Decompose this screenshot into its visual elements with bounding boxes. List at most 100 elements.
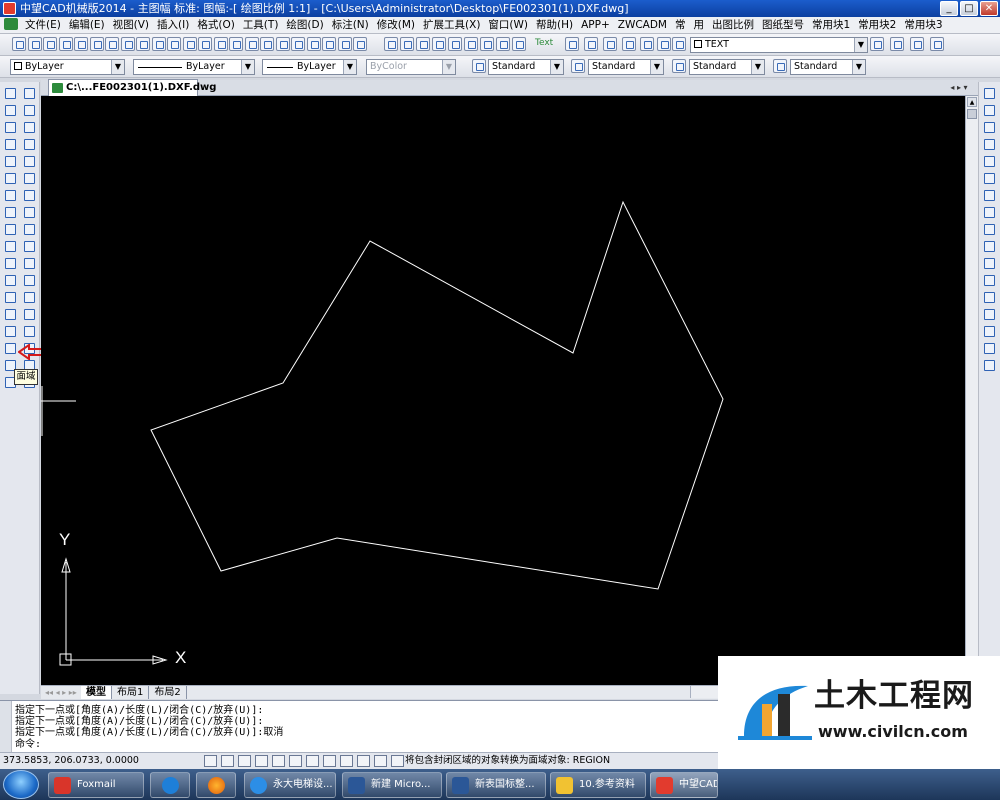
status-toggle-icon[interactable] <box>306 755 319 767</box>
dimension-tool-icon[interactable] <box>982 205 997 219</box>
side-tool-icon[interactable] <box>22 154 37 168</box>
toolbar-tool-icon[interactable] <box>910 37 924 51</box>
tab-nav-arrows[interactable]: ◂ ▸ ▾ <box>942 80 976 95</box>
menu-item-7[interactable]: 标注(N) <box>328 17 373 33</box>
plotstyle-combo[interactable]: ByColor ▼ <box>366 59 456 75</box>
side-tool-icon[interactable] <box>22 324 37 338</box>
side-tool-icon[interactable] <box>22 171 37 185</box>
toolbar-tool-icon[interactable] <box>353 37 367 51</box>
side-tool-icon[interactable] <box>3 103 18 117</box>
menu-item-18[interactable]: 常用块1 <box>808 17 854 33</box>
drawing-canvas[interactable]: Y X <box>41 96 965 685</box>
side-tool-icon[interactable] <box>3 137 18 151</box>
window-title-bar[interactable]: 中望CAD机械版2014 - 主图幅 标准: 图幅:-[ 绘图比例 1:1] -… <box>0 0 1000 17</box>
layout-nav-arrows[interactable]: ◂◂ ◂ ▸ ▸▸ <box>41 686 81 699</box>
side-tool-icon[interactable] <box>22 273 37 287</box>
dimension-tool-icon[interactable] <box>982 137 997 151</box>
toolbar-tool-icon[interactable] <box>260 37 274 51</box>
side-tool-icon[interactable] <box>3 188 18 202</box>
side-tool-icon[interactable] <box>3 154 18 168</box>
text-style-icon[interactable] <box>472 59 486 73</box>
menu-item-17[interactable]: 图纸型号 <box>758 17 808 33</box>
toolbar-tool-icon[interactable] <box>74 37 88 51</box>
status-toggle-icon[interactable] <box>238 755 251 767</box>
status-toggle-icon[interactable] <box>221 755 234 767</box>
side-tool-icon[interactable] <box>3 307 18 321</box>
task-word-1[interactable]: 新建 Micro... <box>342 772 442 798</box>
menu-item-13[interactable]: ZWCADM <box>614 17 671 33</box>
toolbar-tool-icon[interactable] <box>214 37 228 51</box>
lineweight-combo[interactable]: ByLayer ▼ <box>262 59 357 75</box>
dimension-tool-icon[interactable] <box>982 171 997 185</box>
start-button[interactable] <box>3 770 39 799</box>
task-ie[interactable]: 永大电梯设... <box>244 772 336 798</box>
task-sogou[interactable] <box>150 772 190 798</box>
toolbar-tool-icon[interactable] <box>464 37 478 51</box>
toolbar-tool-icon[interactable] <box>291 37 305 51</box>
side-tool-icon[interactable] <box>22 188 37 202</box>
dimension-tool-icon[interactable] <box>982 120 997 134</box>
toolbar-tool-icon[interactable] <box>183 37 197 51</box>
toolbar-tool-icon[interactable] <box>603 37 617 51</box>
side-tool-icon[interactable] <box>3 256 18 270</box>
status-toggle-icon[interactable] <box>374 755 387 767</box>
menu-item-6[interactable]: 绘图(D) <box>282 17 327 33</box>
side-tool-icon[interactable] <box>3 324 18 338</box>
tab-layout2[interactable]: 布局2 <box>149 686 187 699</box>
status-toggle-icon[interactable] <box>255 755 268 767</box>
multileader-style-select[interactable]: Standard ▼ <box>790 59 866 75</box>
menu-item-16[interactable]: 出图比例 <box>708 17 758 33</box>
toolbar-tool-icon[interactable] <box>105 37 119 51</box>
toolbar-tool-icon[interactable] <box>448 37 462 51</box>
dim-style-select[interactable]: Standard ▼ <box>588 59 664 75</box>
vertical-scrollbar[interactable]: ▲ <box>965 96 978 685</box>
side-tool-icon[interactable] <box>3 120 18 134</box>
multileader-style-icon[interactable] <box>773 59 787 73</box>
toolbar-tool-icon[interactable] <box>496 37 510 51</box>
menu-item-10[interactable]: 窗口(W) <box>484 17 532 33</box>
tab-layout1[interactable]: 布局1 <box>112 686 150 699</box>
menu-item-20[interactable]: 常用块3 <box>900 17 946 33</box>
menu-item-9[interactable]: 扩展工具(X) <box>419 17 484 33</box>
toolbar-tool-icon[interactable] <box>167 37 181 51</box>
toolbar-tool-icon[interactable] <box>338 37 352 51</box>
menu-item-11[interactable]: 帮助(H) <box>532 17 577 33</box>
toolbar-tool-icon[interactable] <box>657 37 671 51</box>
toolbar-tool-icon[interactable] <box>28 37 42 51</box>
toolbar-tool-icon[interactable] <box>43 37 57 51</box>
side-tool-icon[interactable] <box>22 205 37 219</box>
side-tool-icon[interactable] <box>3 273 18 287</box>
command-window-grip[interactable] <box>0 701 12 753</box>
table-style-icon[interactable] <box>672 59 686 73</box>
toolbar-tool-icon[interactable] <box>400 37 414 51</box>
menu-item-0[interactable]: 文件(E) <box>21 17 65 33</box>
task-folder[interactable]: 10.参考资料 <box>550 772 646 798</box>
side-tool-icon[interactable] <box>3 290 18 304</box>
side-tool-icon[interactable] <box>3 222 18 236</box>
menu-item-5[interactable]: 工具(T) <box>239 17 283 33</box>
dimension-tool-icon[interactable] <box>982 358 997 372</box>
toolbar-tool-icon[interactable] <box>59 37 73 51</box>
toolbar-tool-icon[interactable] <box>136 37 150 51</box>
dimension-tool-icon[interactable] <box>982 307 997 321</box>
dimension-tool-icon[interactable] <box>982 86 997 100</box>
close-button[interactable]: ✕ <box>980 1 998 16</box>
scroll-thumb[interactable] <box>967 109 977 119</box>
toolbar-tool-icon[interactable] <box>870 37 884 51</box>
toolbar-tool-icon[interactable] <box>480 37 494 51</box>
menu-item-4[interactable]: 格式(O) <box>193 17 238 33</box>
table-style-select[interactable]: Standard ▼ <box>689 59 765 75</box>
restore-button[interactable]: □ <box>960 1 978 16</box>
toolbar-tool-icon[interactable] <box>322 37 336 51</box>
toolbar-tool-icon[interactable] <box>307 37 321 51</box>
menu-item-14[interactable]: 常 <box>671 17 690 33</box>
status-toggle-icon[interactable] <box>357 755 370 767</box>
dimension-tool-icon[interactable] <box>982 103 997 117</box>
command-window[interactable]: 指定下一点或[角度(A)/长度(L)/闭合(C)/放弃(U)]: 指定下一点或[… <box>0 700 718 753</box>
task-word-2[interactable]: 新表国标整... <box>446 772 546 798</box>
app-icon[interactable] <box>3 2 16 15</box>
toolbar-tool-icon[interactable] <box>229 37 243 51</box>
side-tool-icon[interactable] <box>22 120 37 134</box>
menu-item-2[interactable]: 视图(V) <box>109 17 153 33</box>
linetype-combo[interactable]: ByLayer ▼ <box>133 59 255 75</box>
